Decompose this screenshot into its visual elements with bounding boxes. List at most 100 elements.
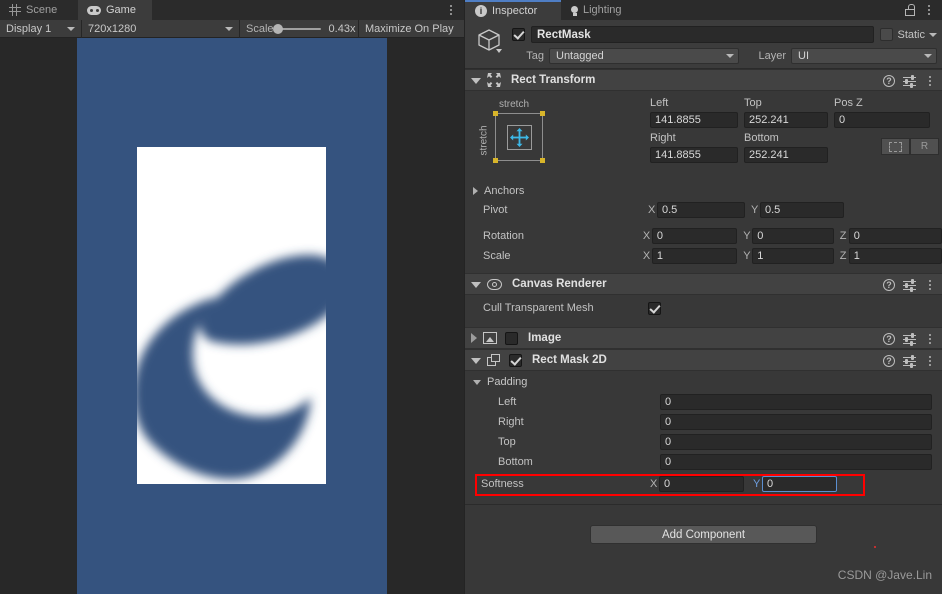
layer-value: UI xyxy=(798,49,809,62)
help-icon[interactable]: ? xyxy=(883,355,895,367)
static-toggle-group[interactable]: Static xyxy=(880,28,937,41)
tab-lighting-label: Lighting xyxy=(583,4,622,16)
right-input[interactable]: 141.8855 xyxy=(650,147,738,163)
component-tools: ? xyxy=(883,350,936,372)
scale-slider-knob[interactable] xyxy=(272,23,283,34)
cull-transparent-mesh-row: Cull Transparent Mesh xyxy=(465,295,942,321)
layer-label: Layer xyxy=(758,49,786,62)
watermark-text: CSDN @Jave.Lin xyxy=(837,568,932,582)
rect-transform-header-row-1: Left Top Pos Z xyxy=(650,95,935,110)
softness-y-input[interactable]: 0 xyxy=(762,476,837,492)
scale-row: Scale X 1 Y 1 Z 1 xyxy=(465,246,942,266)
tab-scene-label: Scene xyxy=(26,4,58,16)
eye-icon xyxy=(487,278,502,290)
scale-x-input[interactable]: 1 xyxy=(651,248,738,264)
padding-bottom-input[interactable]: 0 xyxy=(660,454,932,470)
lock-icon[interactable] xyxy=(905,4,916,16)
gameobject-enabled-checkbox[interactable] xyxy=(512,28,525,41)
softness-y-axis-label: Y xyxy=(753,478,761,490)
component-header-image[interactable]: Image ? xyxy=(465,327,942,349)
scale-x-axis-label: X xyxy=(642,250,651,262)
blueprint-mode-button[interactable] xyxy=(881,138,910,155)
add-component-button[interactable]: Add Component xyxy=(590,525,817,544)
softness-x-input[interactable]: 0 xyxy=(659,476,744,492)
foldout-closed-icon[interactable] xyxy=(471,333,477,343)
add-component-area: Add Component xyxy=(465,504,942,554)
pivot-y-input[interactable]: 0.5 xyxy=(760,202,844,218)
scale-slider[interactable] xyxy=(272,23,321,34)
layer-dropdown[interactable]: UI xyxy=(791,47,937,64)
preset-icon[interactable] xyxy=(903,354,916,368)
component-title: Image xyxy=(528,332,562,344)
bottom-input[interactable]: 252.241 xyxy=(744,147,828,163)
padding-top-row: Top 0 xyxy=(465,432,942,452)
help-icon[interactable]: ? xyxy=(883,279,895,291)
foldout-open-icon[interactable] xyxy=(471,358,481,364)
tab-game[interactable]: Game xyxy=(78,0,152,20)
preset-icon[interactable] xyxy=(903,278,916,292)
scale-z-input[interactable]: 1 xyxy=(848,248,942,264)
softness-label: Softness xyxy=(481,478,524,490)
inspector-menu-icon[interactable] xyxy=(923,3,935,17)
component-menu-icon[interactable] xyxy=(924,332,936,346)
left-label: Left xyxy=(650,96,669,109)
component-menu-icon[interactable] xyxy=(924,74,936,88)
chevron-down-icon[interactable] xyxy=(929,32,937,37)
foldout-open-icon[interactable] xyxy=(471,282,481,288)
info-icon: i xyxy=(475,5,487,17)
tab-lighting[interactable]: Lighting xyxy=(561,0,649,20)
component-tools: ? xyxy=(883,274,936,296)
top-input[interactable]: 252.241 xyxy=(744,112,828,128)
gameobject-name-input[interactable]: RectMask xyxy=(531,26,875,43)
anchors-foldout-row[interactable]: Anchors xyxy=(465,181,942,200)
rotation-y-input[interactable]: 0 xyxy=(752,228,834,244)
foldout-open-icon[interactable] xyxy=(471,78,481,84)
padding-right-input[interactable]: 0 xyxy=(660,414,932,430)
help-icon[interactable]: ? xyxy=(883,75,895,87)
help-icon[interactable]: ? xyxy=(883,333,895,345)
chevron-down-icon xyxy=(67,26,75,31)
tab-inspector[interactable]: i Inspector xyxy=(465,0,561,20)
resolution-dropdown-label: 720x1280 xyxy=(88,22,137,35)
pivot-x-input[interactable]: 0.5 xyxy=(657,202,745,218)
red-dot-marker xyxy=(874,546,876,548)
scale-slider-group[interactable]: Scale 0.43x xyxy=(240,19,359,38)
rotation-x-input[interactable]: 0 xyxy=(651,228,738,244)
image-enabled-checkbox[interactable] xyxy=(505,331,518,345)
component-header-canvas-renderer[interactable]: Canvas Renderer ? xyxy=(465,273,942,295)
raw-edit-mode-button[interactable]: R xyxy=(910,138,939,155)
tab-scene[interactable]: Scene xyxy=(0,0,78,20)
static-checkbox[interactable] xyxy=(880,28,894,41)
component-header-rect-mask-2d[interactable]: Rect Mask 2D ? xyxy=(465,349,942,371)
scale-y-input[interactable]: 1 xyxy=(752,248,834,264)
cull-transparent-mesh-checkbox[interactable] xyxy=(648,301,661,315)
game-view-toolbar: Display 1 720x1280 Scale 0.43x Maximize … xyxy=(0,19,464,38)
rotation-x-axis-label: X xyxy=(642,230,651,242)
rotation-z-input[interactable]: 0 xyxy=(848,228,942,244)
posz-input[interactable]: 0 xyxy=(834,112,930,128)
maximize-on-play-toggle[interactable]: Maximize On Play xyxy=(359,20,460,38)
component-menu-icon[interactable] xyxy=(924,278,936,292)
display-dropdown[interactable]: Display 1 xyxy=(0,19,82,38)
tag-dropdown[interactable]: Untagged xyxy=(549,47,739,64)
component-header-rect-transform[interactable]: Rect Transform ? xyxy=(465,69,942,91)
preset-icon[interactable] xyxy=(903,332,916,346)
foldout-closed-icon[interactable] xyxy=(473,186,478,195)
component-menu-icon[interactable] xyxy=(924,354,936,368)
resolution-dropdown[interactable]: 720x1280 xyxy=(82,19,240,38)
padding-left-input[interactable]: 0 xyxy=(660,394,932,410)
padding-top-input[interactable]: 0 xyxy=(660,434,932,450)
padding-top-label: Top xyxy=(498,436,516,448)
object-header: RectMask Static Tag Untagged Layer UI xyxy=(465,20,942,69)
anchor-preset-widget[interactable]: stretch stretch xyxy=(477,99,551,173)
foldout-open-icon[interactable] xyxy=(473,379,481,385)
left-input[interactable]: 141.8855 xyxy=(650,112,738,128)
cull-transparent-mesh-label: Cull Transparent Mesh xyxy=(483,302,594,314)
padding-foldout-row[interactable]: Padding xyxy=(465,371,942,392)
rect-mask-2d-enabled-checkbox[interactable] xyxy=(509,353,522,367)
preset-icon[interactable] xyxy=(903,74,916,88)
game-panel-menu-icon[interactable] xyxy=(445,3,457,17)
stretch-arrows-icon xyxy=(510,128,529,147)
scale-slider-track[interactable] xyxy=(272,23,321,34)
game-view-viewport[interactable] xyxy=(0,38,464,594)
